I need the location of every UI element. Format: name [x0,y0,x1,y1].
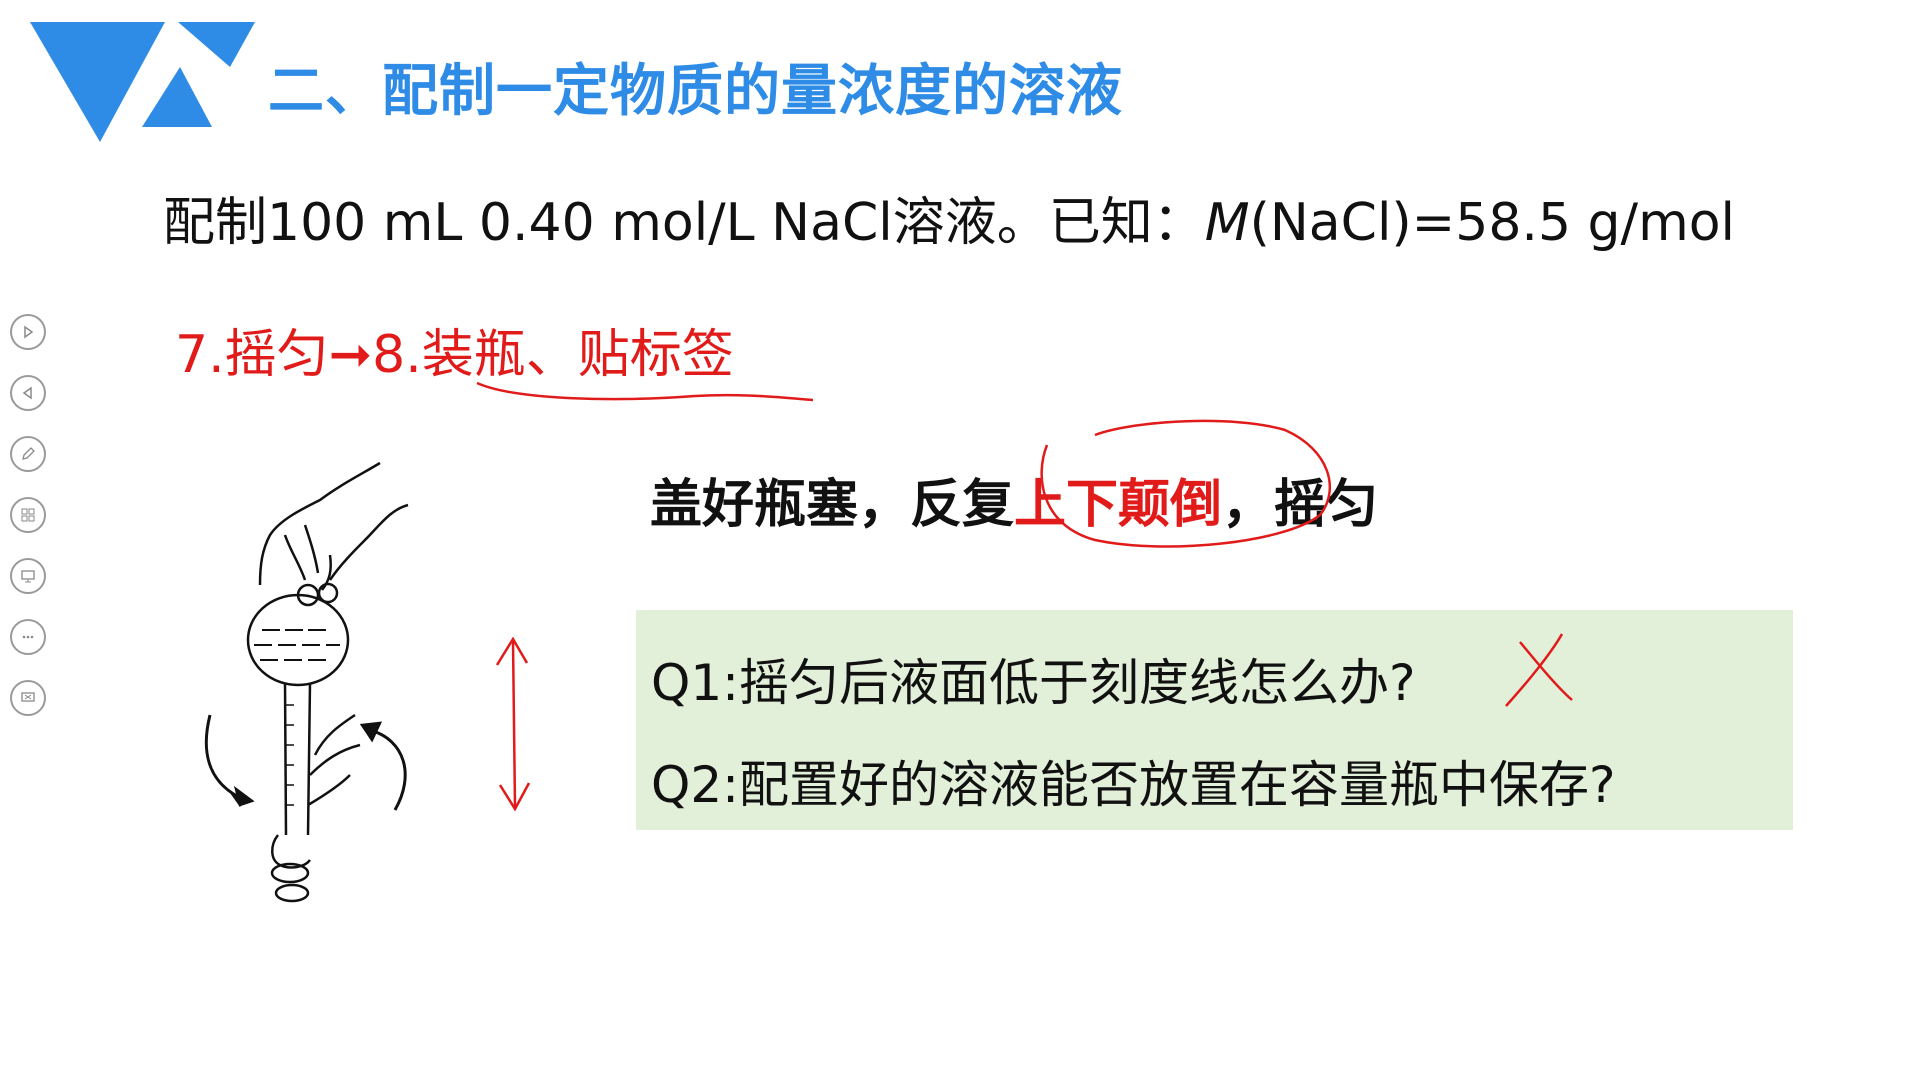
play-next-icon[interactable] [10,314,46,350]
problem-suffix: (NaCl)=58.5 g/mol [1249,193,1735,253]
question-2: Q2:配置好的溶液能否放置在容量瓶中保存? [651,756,1616,814]
flask-shaking-illustration [204,461,409,903]
cross-mark-icon [1505,633,1573,707]
problem-statement: 配制100 mL 0.40 mol/L NaCl溶液。已知：M(NaCl)=58… [163,180,1735,255]
page-title: 二、配制一定物质的量浓度的溶液 [268,59,1123,124]
questions-box: Q1:摇匀后液面低于刻度线怎么办? Q2:配置好的溶液能否放置在容量瓶中保存? [636,610,1793,830]
screen-icon[interactable] [10,558,46,594]
problem-prefix: 配制100 mL 0.40 mol/L NaCl溶液。已知： [163,193,1205,253]
play-prev-icon[interactable] [10,375,46,411]
step-heading: 7.摇匀➞8.装瓶、贴标签 [175,325,734,385]
pen-icon[interactable] [10,436,46,472]
grid-icon[interactable] [10,497,46,533]
presentation-toolbar [10,314,52,741]
handwritten-circle [1040,419,1332,548]
up-down-arrow-icon [495,636,531,812]
more-icon[interactable] [10,619,46,655]
exit-icon[interactable] [10,680,46,716]
question-1: Q1:摇匀后液面低于刻度线怎么办? [651,654,1416,712]
instruction-part1: 盖好瓶塞，反复 [650,475,1015,535]
handwritten-underline [476,381,814,402]
logo [30,22,255,142]
molar-mass-symbol: M [1204,193,1250,253]
